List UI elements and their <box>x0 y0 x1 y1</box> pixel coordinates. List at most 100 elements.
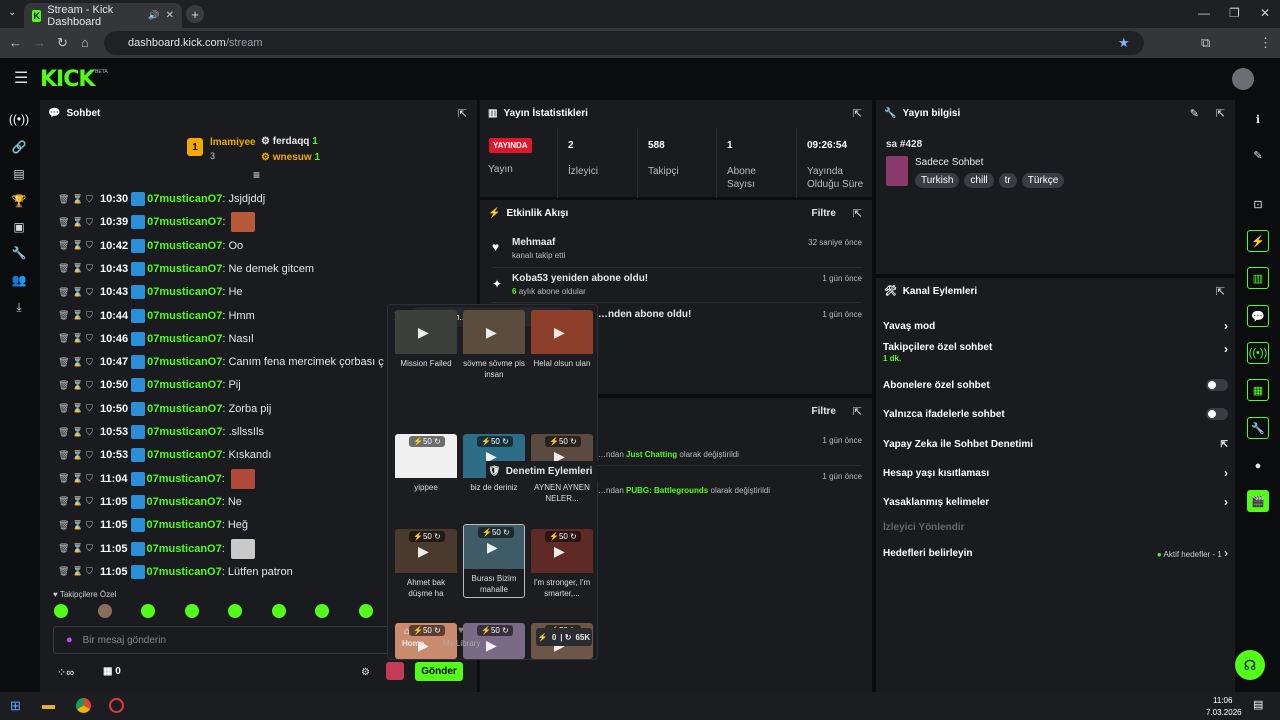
stream-tag[interactable]: Türkçe <box>1021 173 1065 188</box>
activity-name[interactable]: …nden abone oldu! <box>598 309 691 320</box>
trophy-icon[interactable]: 🏆 <box>10 192 28 210</box>
edit-stream-icon[interactable]: ✎ <box>1190 107 1199 120</box>
timeout-icon[interactable]: ⌛ <box>72 496 86 507</box>
activity-popout-icon[interactable]: ⇱ <box>853 207 862 220</box>
clapper-icon[interactable]: 🎬 <box>1247 490 1269 512</box>
timeout-icon[interactable]: ⌛ <box>72 333 86 344</box>
chat-message[interactable]: 🗑 ⌛ ⛉ 10:43 07musticanO7: He <box>58 283 243 301</box>
bolt-icon[interactable]: ⚡ <box>1247 230 1269 252</box>
link-icon[interactable]: 🔗 <box>10 138 28 156</box>
timeout-icon[interactable]: ⌛ <box>72 217 86 228</box>
back-icon[interactable]: ← <box>9 35 22 50</box>
timeout-icon[interactable]: ⌛ <box>72 380 86 391</box>
windows-start-icon[interactable]: ⊞ <box>10 698 21 714</box>
emote-picker-icon[interactable] <box>386 662 404 680</box>
home-icon[interactable]: ⌂ <box>81 35 89 50</box>
shield-icon[interactable]: ⛉ <box>86 217 100 228</box>
forward-icon[interactable]: → <box>33 35 46 50</box>
timeout-icon[interactable]: ⌛ <box>72 263 86 274</box>
audio-icon[interactable]: 🔊 <box>148 10 159 21</box>
library-nav-label[interactable]: My Library <box>443 639 480 648</box>
avatar[interactable] <box>1232 68 1254 90</box>
action-subscribers-only[interactable]: Abonelere özel sohbet <box>883 375 1228 395</box>
chat-message[interactable]: 🗑 ⌛ ⛉ 10:46 07musticanO7: Nasıl <box>58 330 254 348</box>
moderation-filter-button[interactable]: Filtre <box>812 406 836 417</box>
chat-message[interactable]: 🗑 ⌛ ⛉ 11:04 07musticanO7: <box>58 468 255 489</box>
mic-icon[interactable]: ● <box>66 634 73 646</box>
timeout-icon[interactable]: ⌛ <box>72 520 86 531</box>
chrome-icon[interactable] <box>76 698 91 713</box>
sound-alert-card[interactable]: ⚡50 ↻ ▶ Burası Bizim mahalle <box>463 524 525 598</box>
activity-name[interactable]: Mehmaaf <box>512 237 555 248</box>
quick-emote[interactable] <box>184 604 199 618</box>
timeout-icon[interactable]: ⌛ <box>72 427 86 438</box>
quick-emote[interactable] <box>315 604 329 618</box>
popout-icon[interactable]: ⇱ <box>458 107 467 120</box>
delete-icon[interactable]: 🗑 <box>58 357 72 368</box>
action-ai-moderation[interactable]: Yapay Zeka ile Sohbet Denetimi ⇱ <box>883 434 1228 454</box>
shield-icon[interactable]: ⛉ <box>86 357 100 368</box>
shield-icon[interactable]: ⛉ <box>86 473 100 484</box>
clock-date[interactable]: 7.03.2026 <box>1206 708 1242 717</box>
delete-icon[interactable]: 🗑 <box>58 450 72 461</box>
shield-icon[interactable]: ⛉ <box>86 380 100 391</box>
notes-icon[interactable]: ▥ <box>1247 267 1269 289</box>
broadcast-icon[interactable]: ((•)) <box>1247 342 1269 364</box>
chat-message[interactable]: 🗑 ⌛ ⛉ 10:50 07musticanO7: Pij <box>58 376 241 394</box>
stream-info-popout-icon[interactable]: ⇱ <box>1216 107 1225 120</box>
reload-icon[interactable]: ↻ <box>57 35 68 51</box>
notifications-icon[interactable]: ▤ <box>1253 698 1263 711</box>
chat-message[interactable]: 🗑 ⌛ ⛉ 11:05 07musticanO7: <box>58 538 255 559</box>
shield-icon[interactable]: ⛉ <box>86 543 100 554</box>
timeout-icon[interactable]: ⌛ <box>72 287 86 298</box>
close-window-icon[interactable]: ✕ <box>1260 6 1270 20</box>
timeout-icon[interactable]: ⌛ <box>72 240 86 251</box>
chat-message[interactable]: 🗑 ⌛ ⛉ 10:30 07musticanO7: Jsjdjddj <box>58 190 265 208</box>
shield-icon[interactable]: ⛉ <box>86 403 100 414</box>
sound-alert-card[interactable]: ⚡50 ↻ ▶ I'm stronger, I'm smarter,... <box>531 529 593 599</box>
clock-time[interactable]: 11:06 <box>1213 696 1232 705</box>
points-icon[interactable]: ● <box>1247 455 1269 477</box>
shield-icon[interactable]: ⛉ <box>86 240 100 251</box>
quick-emote[interactable] <box>228 604 242 618</box>
upload-icon[interactable]: ⤓ <box>10 298 28 316</box>
delete-icon[interactable]: 🗑 <box>58 287 72 298</box>
chat-message[interactable]: 🗑 ⌛ ⛉ 10:43 07musticanO7: Ne demek gitcem <box>58 260 314 278</box>
delete-icon[interactable]: 🗑 <box>58 496 72 507</box>
wrench-icon[interactable]: 🔧 <box>10 244 28 262</box>
users-icon[interactable]: 👥 <box>10 271 28 289</box>
chat-message[interactable]: 🗑 ⌛ ⛉ 10:50 07musticanO7: Zorba pij <box>58 400 271 418</box>
timeout-icon[interactable]: ⌛ <box>72 310 86 321</box>
stream-tag[interactable]: Turkish <box>915 173 960 188</box>
chat-input[interactable]: ● Bir mesaj gönderin <box>53 626 403 654</box>
shield-icon[interactable]: ⛉ <box>86 310 100 321</box>
timeout-icon[interactable]: ⌛ <box>72 473 86 484</box>
close-tab-icon[interactable]: ✕ <box>166 10 174 21</box>
sound-alert-card[interactable]: ⚡50 ↻ ▶ Ahmet bak düşme ha <box>395 529 457 599</box>
timeout-icon[interactable]: ⌛ <box>72 543 86 554</box>
quick-emote[interactable] <box>271 604 286 618</box>
shield-icon[interactable]: ⛉ <box>86 194 100 205</box>
chat-settings-icon[interactable]: ⚙ <box>361 667 370 678</box>
focus-icon[interactable]: ⊡ <box>1247 193 1269 215</box>
delete-icon[interactable]: 🗑 <box>58 333 72 344</box>
restore-icon[interactable]: ❐ <box>1229 6 1240 20</box>
shield-icon[interactable]: ⛉ <box>86 566 100 577</box>
collapse-icon[interactable]: ≡ <box>253 168 260 182</box>
delete-icon[interactable]: 🗑 <box>58 217 72 228</box>
shield-icon[interactable]: ⛉ <box>86 520 100 531</box>
chat-message[interactable]: 🗑 ⌛ ⛉ 11:05 07musticanO7: Heğ <box>58 516 248 534</box>
activity-name[interactable]: Koba53 yeniden abone oldu! <box>512 273 648 284</box>
file-explorer-icon[interactable]: ▬ <box>42 697 55 712</box>
layout-icon[interactable]: ▦ <box>1247 379 1269 401</box>
action-account-age[interactable]: Hesap yaşı kısıtlaması › <box>883 463 1228 483</box>
category-thumbnail[interactable] <box>886 156 908 186</box>
stream-tag[interactable]: chill <box>964 173 994 188</box>
chat-message[interactable]: 🗑 ⌛ ⛉ 10:53 07musticanO7: Kıskandı <box>58 446 271 464</box>
browser-tab[interactable]: K Stream - Kick Dashboard 🔊 ✕ <box>24 3 182 28</box>
gifter-3-name[interactable]: ⚙ wnesuw 1 <box>261 152 320 163</box>
stats-popout-icon[interactable]: ⇱ <box>853 107 862 120</box>
send-button[interactable]: Gönder <box>415 662 463 681</box>
delete-icon[interactable]: 🗑 <box>58 427 72 438</box>
chat-message[interactable]: 🗑 ⌛ ⛉ 10:53 07musticanO7: .sllssIls <box>58 423 264 441</box>
